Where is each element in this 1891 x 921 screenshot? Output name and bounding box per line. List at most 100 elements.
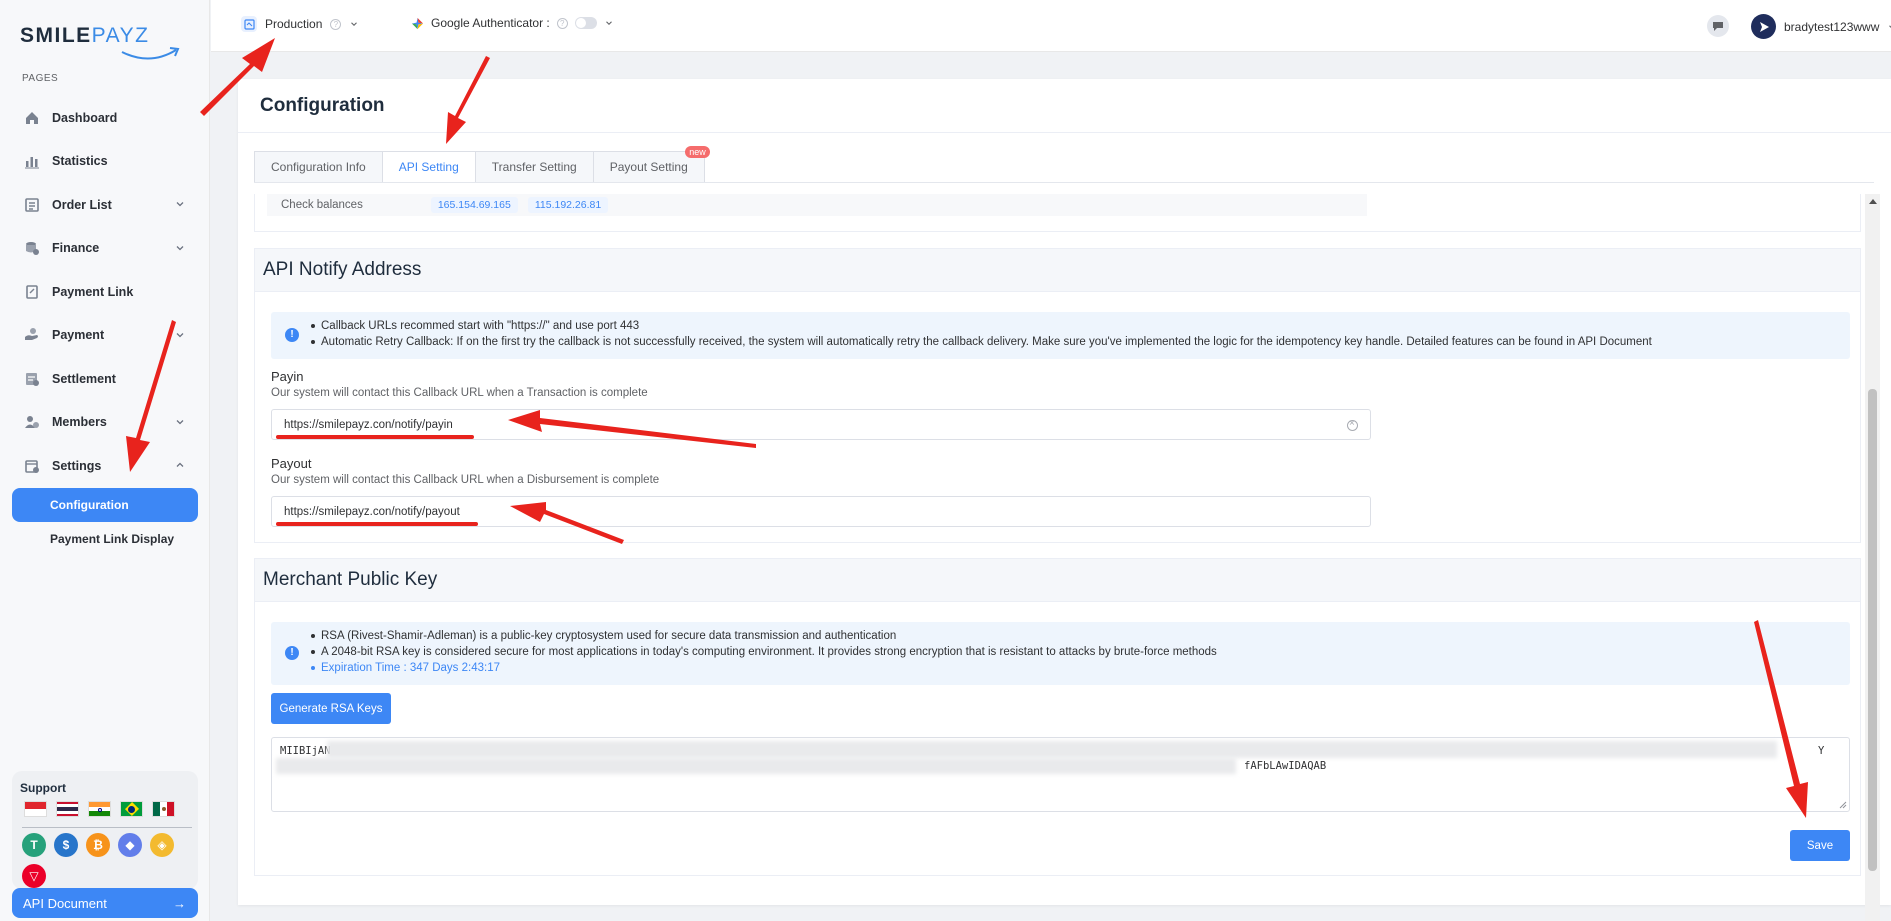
chevron-down-icon[interactable] — [174, 198, 186, 210]
chevron-down-icon[interactable] — [349, 19, 359, 29]
merchant-key-card: Merchant Public Key ! RSA (Rivest-Shamir… — [254, 558, 1861, 876]
google-authenticator-icon — [411, 17, 424, 29]
settlement-icon — [22, 369, 42, 389]
resize-handle-icon[interactable] — [1839, 801, 1847, 809]
environment-selector[interactable]: Production ? — [241, 16, 359, 32]
api-notify-card: API Notify Address ! Callback URLs recom… — [254, 248, 1861, 543]
chevron-up-icon[interactable] — [174, 459, 186, 471]
merchant-key-heading: Merchant Public Key — [255, 559, 1860, 602]
public-key-start: MIIBIjAN — [280, 745, 331, 757]
payout-help: Our system will contact this Callback UR… — [271, 474, 660, 486]
payout-label: Payout — [271, 456, 312, 471]
tether-icon[interactable]: T — [22, 833, 46, 857]
indonesia-flag[interactable] — [24, 801, 47, 817]
settings-scroll-area[interactable]: Check balances 165.154.69.165 115.192.26… — [254, 194, 1861, 921]
avatar — [1751, 14, 1776, 39]
info-icon: ! — [285, 646, 299, 660]
sidebar-item-order-list[interactable]: Order List — [0, 183, 210, 227]
tab-configuration-info[interactable]: Configuration Info — [255, 152, 383, 182]
arrow-right-icon: → — [173, 896, 186, 911]
ip-whitelist-card: Check balances 165.154.69.165 115.192.26… — [254, 194, 1861, 232]
redacted-key-region — [276, 758, 1236, 774]
country-flags — [24, 801, 175, 817]
environment-icon — [241, 16, 257, 32]
authenticator-toggle[interactable] — [574, 17, 597, 29]
brand-logo[interactable]: SMILEPAYZ — [20, 24, 180, 60]
sidebar-item-statistics[interactable]: Statistics — [0, 140, 210, 184]
note-item: RSA (Rivest-Shamir-Adleman) is a public-… — [309, 628, 1217, 644]
new-badge: new — [685, 146, 710, 158]
india-flag[interactable] — [88, 801, 111, 817]
sidebar-item-settings[interactable]: Settings — [0, 444, 210, 488]
usdc-icon[interactable]: $ — [54, 833, 78, 857]
chat-button[interactable] — [1707, 15, 1729, 37]
support-divider — [22, 827, 192, 828]
pages-section-label: PAGES — [22, 73, 59, 84]
config-tabs: Configuration Info API Setting Transfer … — [254, 146, 710, 183]
api-document-label: API Document — [23, 895, 107, 911]
bitcoin-icon[interactable]: ₿ — [86, 833, 110, 857]
sidebar-item-settlement[interactable]: Settlement — [0, 357, 210, 401]
sidebar-item-label: Finance — [52, 241, 100, 256]
link-icon — [22, 282, 42, 302]
help-icon[interactable]: ? — [330, 18, 342, 30]
brazil-flag[interactable] — [120, 801, 143, 817]
sidebar-item-label: Members — [52, 415, 107, 430]
sidebar-nav: Dashboard Statistics Order List Finance … — [0, 96, 210, 556]
api-document-button[interactable]: API Document → — [12, 888, 198, 918]
generate-rsa-keys-button[interactable]: Generate RSA Keys — [271, 693, 391, 724]
merchant-key-info: ! RSA (Rivest-Shamir-Adleman) is a publi… — [271, 622, 1850, 685]
ip-tag: 165.154.69.165 — [430, 197, 518, 213]
tab-transfer-setting[interactable]: Transfer Setting — [476, 152, 594, 182]
users-icon — [22, 412, 42, 432]
public-key-textarea[interactable]: MIIBIjAN Y fAFbLAwIDAQAB — [271, 737, 1850, 812]
sidebar-item-payment[interactable]: Payment — [0, 314, 210, 358]
chevron-down-icon[interactable] — [174, 242, 186, 254]
vertical-scrollbar[interactable] — [1865, 194, 1880, 921]
payin-url-value: https://smilepayz.con/notify/payin — [284, 418, 453, 431]
sidebar-item-dashboard[interactable]: Dashboard — [0, 96, 210, 140]
tab-api-setting[interactable]: API Setting — [382, 152, 476, 183]
list-icon — [22, 195, 42, 215]
scroll-up-icon[interactable] — [1869, 199, 1877, 204]
clear-icon[interactable] — [1347, 418, 1358, 431]
save-button[interactable]: Save — [1790, 830, 1850, 861]
title-divider — [238, 132, 1891, 133]
chevron-down-icon[interactable] — [604, 18, 614, 28]
support-title: Support — [20, 781, 66, 795]
thailand-flag[interactable] — [56, 801, 79, 817]
google-authenticator: Google Authenticator : ? — [411, 16, 614, 30]
chat-icon — [1713, 22, 1723, 31]
mexico-flag[interactable] — [152, 801, 175, 817]
sidebar-subitem-payment-link-display[interactable]: Payment Link Display — [12, 522, 198, 556]
sidebar-subitem-configuration[interactable]: Configuration — [12, 487, 198, 522]
ip-whitelist-row: Check balances 165.154.69.165 115.192.26… — [267, 194, 1367, 216]
bnb-icon[interactable]: ◈ — [150, 833, 174, 857]
sidebar-item-label: Payment — [52, 328, 105, 343]
home-icon — [22, 108, 42, 128]
sidebar-item-label: Statistics — [52, 154, 108, 169]
sidebar-item-finance[interactable]: Finance — [0, 227, 210, 271]
user-menu[interactable]: bradytest123www — [1751, 14, 1891, 39]
info-icon: ! — [285, 328, 299, 342]
chevron-down-icon[interactable] — [174, 416, 186, 428]
chevron-down-icon[interactable] — [174, 329, 186, 341]
payin-label: Payin — [271, 369, 304, 384]
main-panel: Configuration Configuration Info API Set… — [238, 79, 1891, 921]
environment-label: Production — [265, 17, 323, 31]
expiration-time: Expiration Time : 347 Days 2:43:17 — [309, 660, 1217, 676]
ethereum-icon[interactable]: ◆ — [118, 833, 142, 857]
tron-icon[interactable]: ▽ — [22, 864, 46, 888]
username: bradytest123www — [1784, 19, 1880, 34]
crypto-coins: T $ ₿ ◆ ◈ ▽ — [22, 833, 198, 888]
help-icon[interactable]: ? — [556, 17, 568, 29]
page-title: Configuration — [260, 95, 385, 116]
logo-swoosh-icon — [121, 47, 180, 60]
sidebar-item-members[interactable]: Members — [0, 401, 210, 445]
coins-icon — [22, 238, 42, 258]
sidebar-item-payment-link[interactable]: Payment Link — [0, 270, 210, 314]
sidebar: SMILEPAYZ PAGES Dashboard Statistics Ord… — [0, 0, 210, 921]
api-notify-notes: Callback URLs recommed start with "https… — [309, 318, 1652, 350]
tab-payout-setting[interactable]: Payout Setting new — [594, 146, 710, 182]
scrollbar-thumb[interactable] — [1868, 389, 1877, 871]
